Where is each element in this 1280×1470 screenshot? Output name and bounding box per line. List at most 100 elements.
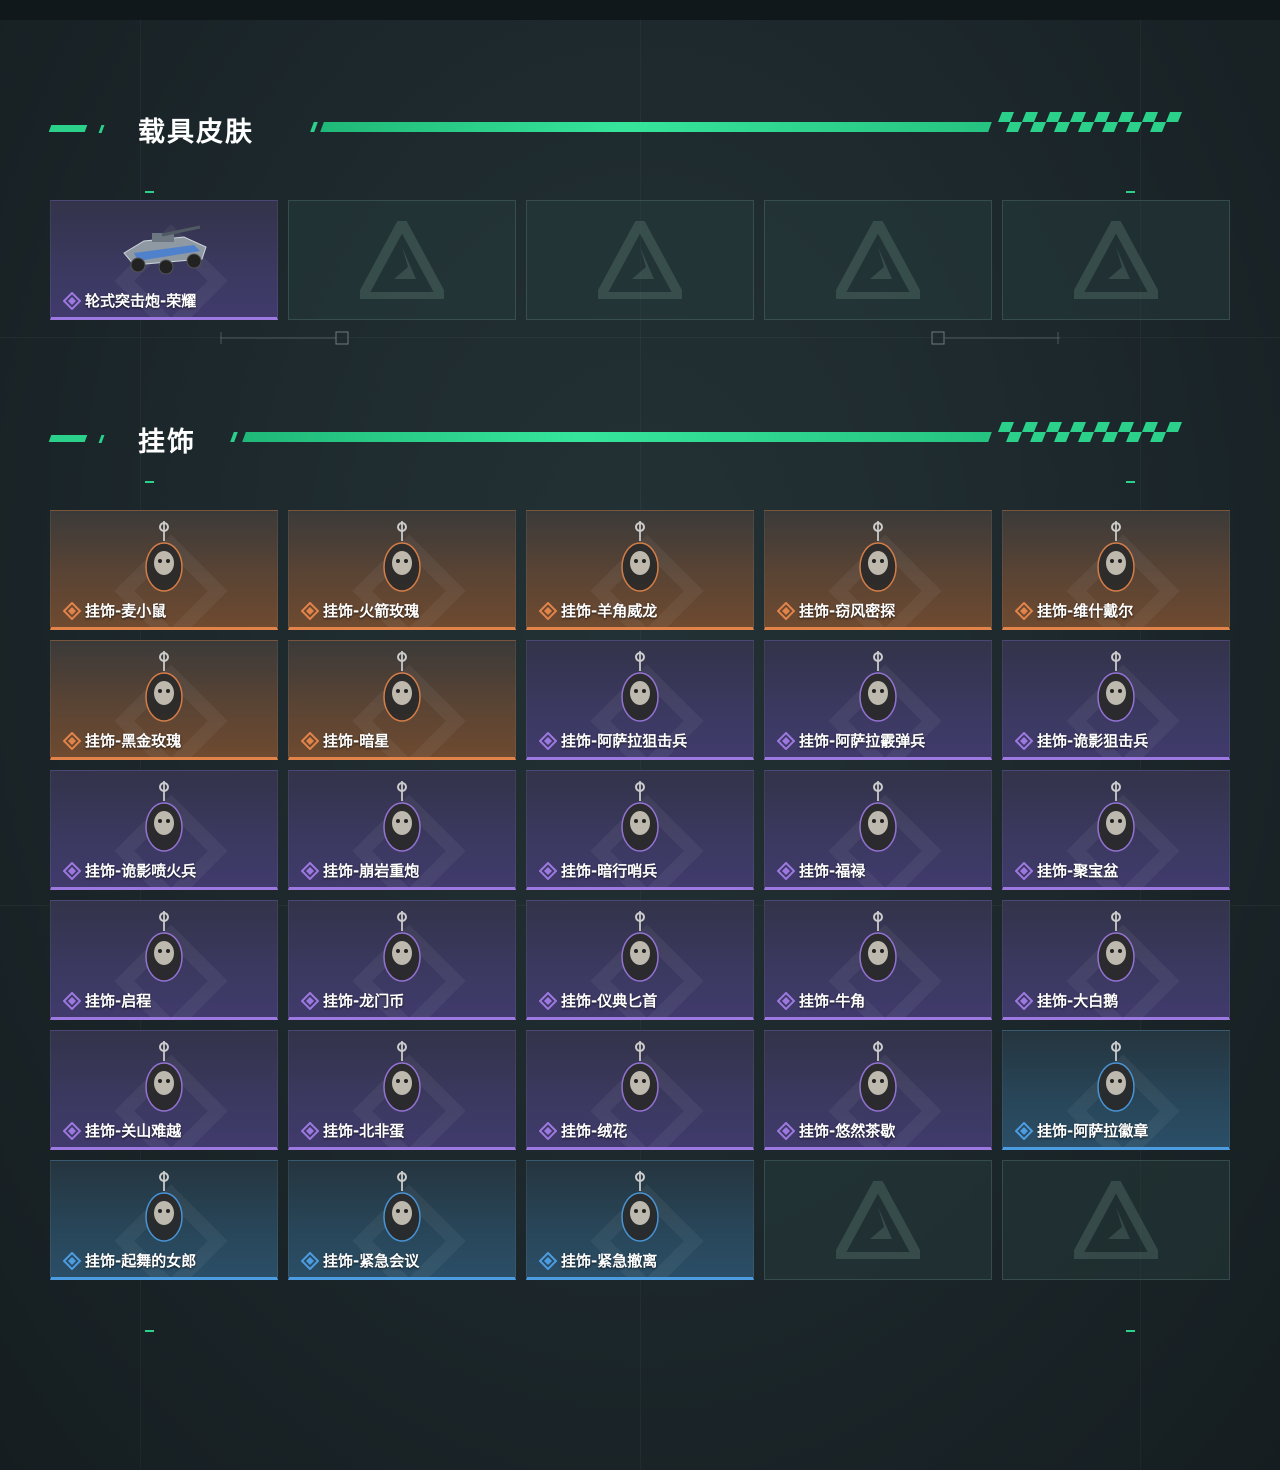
rarity-diamond-icon — [539, 991, 557, 1010]
header-accent — [230, 432, 238, 442]
item-card[interactable]: 挂饰-福禄 — [764, 770, 992, 890]
item-name: 挂饰-诡影喷火兵 — [85, 862, 197, 880]
item-label: 挂饰-北非蛋 — [301, 1120, 404, 1141]
header-accent — [98, 125, 105, 133]
rarity-diamond-icon — [63, 991, 81, 1010]
shotgunner-charm-icon — [838, 649, 918, 733]
rarity-diamond-icon — [539, 1251, 557, 1270]
item-card[interactable]: 挂饰-牛角 — [764, 900, 992, 1020]
corner-tick — [1126, 1330, 1135, 1332]
top-bar — [0, 0, 1280, 20]
item-card[interactable]: 挂饰-阿萨拉狙击兵 — [526, 640, 754, 760]
item-label: 挂饰-阿萨拉霰弹兵 — [777, 730, 925, 751]
item-card[interactable]: 挂饰-阿萨拉霰弹兵 — [764, 640, 992, 760]
item-card[interactable]: 挂饰-维什戴尔 — [1002, 510, 1230, 630]
corner-tick — [1126, 481, 1135, 483]
empty-slot — [764, 200, 992, 320]
empty-slot — [764, 1160, 992, 1280]
empty-slot — [526, 200, 754, 320]
item-card[interactable]: 挂饰-阿萨拉徽章 — [1002, 1030, 1230, 1150]
item-card[interactable]: 挂饰-关山难越 — [50, 1030, 278, 1150]
item-card[interactable]: 挂饰-暗行哨兵 — [526, 770, 754, 890]
item-name: 挂饰-绒花 — [561, 1122, 628, 1140]
checker-pattern-icon — [998, 112, 1182, 132]
item-name: 挂饰-羊角威龙 — [561, 602, 658, 620]
item-name: 挂饰-北非蛋 — [323, 1122, 405, 1140]
header-accent — [98, 435, 105, 443]
placeholder-logo-icon — [598, 221, 682, 299]
empty-slot — [1002, 200, 1230, 320]
evacuation-charm-icon — [600, 1169, 680, 1253]
item-name: 挂饰-大白鹅 — [1037, 992, 1119, 1010]
rarity-diamond-icon — [1015, 731, 1033, 750]
section-title: 载具皮肤 — [138, 117, 254, 148]
item-label: 挂饰-福禄 — [777, 860, 865, 881]
gourd-charm-icon — [838, 779, 918, 863]
sentry-charm-icon — [600, 779, 680, 863]
item-card[interactable]: 挂饰-火箭玫瑰 — [288, 510, 516, 630]
item-card[interactable]: 挂饰-北非蛋 — [288, 1030, 516, 1150]
shakshuka-charm-icon — [362, 1039, 442, 1123]
item-card[interactable]: 挂饰-窃风密探 — [764, 510, 992, 630]
item-card[interactable]: 挂饰-紧急撤离 — [526, 1160, 754, 1280]
goose-charm-icon — [1076, 909, 1156, 993]
item-card[interactable]: 挂饰-麦小鼠 — [50, 510, 278, 630]
item-name: 挂饰-悠然茶歇 — [799, 1122, 896, 1140]
item-label: 挂饰-阿萨拉徽章 — [1015, 1120, 1148, 1141]
empty-slot — [1002, 1160, 1230, 1280]
item-card[interactable]: 挂饰-绒花 — [526, 1030, 754, 1150]
rarity-diamond-icon — [301, 861, 319, 880]
item-card[interactable]: 挂饰-龙门币 — [288, 900, 516, 1020]
flamethrower-charm-icon — [124, 779, 204, 863]
section-header-vehicle: 载具皮肤 — [48, 112, 1230, 148]
item-card[interactable]: 轮式突击炮-荣耀 — [50, 200, 278, 320]
placeholder-logo-icon — [836, 221, 920, 299]
corner-tick — [145, 481, 154, 483]
badge-charm-icon — [1076, 1039, 1156, 1123]
item-card[interactable]: 挂饰-紧急会议 — [288, 1160, 516, 1280]
item-name: 挂饰-仪典匕首 — [561, 992, 658, 1010]
item-card[interactable]: 挂饰-大白鹅 — [1002, 900, 1230, 1020]
dark-star-charm-icon — [362, 649, 442, 733]
item-card[interactable]: 挂饰-仪典匕首 — [526, 900, 754, 1020]
header-accent — [48, 125, 88, 132]
vehicle-grid: 轮式突击炮-荣耀 — [50, 200, 1230, 320]
item-label: 挂饰-维什戴尔 — [1015, 600, 1133, 621]
item-label: 挂饰-紧急撤离 — [539, 1250, 657, 1271]
item-card[interactable]: 挂饰-起舞的女郎 — [50, 1160, 278, 1280]
item-card[interactable]: 挂饰-诡影狙击兵 — [1002, 640, 1230, 760]
item-name: 挂饰-福禄 — [799, 862, 866, 880]
item-card[interactable]: 挂饰-黑金玫瑰 — [50, 640, 278, 760]
item-name: 挂饰-崩岩重炮 — [323, 862, 420, 880]
item-card[interactable]: 挂饰-悠然茶歇 — [764, 1030, 992, 1150]
item-name: 挂饰-火箭玫瑰 — [323, 602, 420, 620]
item-label: 挂饰-悠然茶歇 — [777, 1120, 895, 1141]
item-label: 挂饰-紧急会议 — [301, 1250, 419, 1271]
item-card[interactable]: 挂饰-聚宝盆 — [1002, 770, 1230, 890]
item-card[interactable]: 挂饰-羊角威龙 — [526, 510, 754, 630]
item-card[interactable]: 挂饰-崩岩重炮 — [288, 770, 516, 890]
rarity-diamond-icon — [539, 731, 557, 750]
placeholder-logo-icon — [1074, 1181, 1158, 1259]
rarity-diamond-icon — [301, 731, 319, 750]
item-label: 挂饰-绒花 — [539, 1120, 627, 1141]
card-charm-icon — [1076, 519, 1156, 603]
armored-vehicle-icon — [114, 219, 214, 279]
corner-tick — [145, 191, 154, 193]
rarity-diamond-icon — [301, 1121, 319, 1140]
medallion-charm-icon — [124, 909, 204, 993]
rarity-diamond-icon — [63, 861, 81, 880]
rarity-diamond-icon — [777, 861, 795, 880]
dagger-charm-icon — [600, 909, 680, 993]
item-label: 挂饰-聚宝盆 — [1015, 860, 1118, 881]
item-card[interactable]: 挂饰-暗星 — [288, 640, 516, 760]
item-name: 挂饰-聚宝盆 — [1037, 862, 1119, 880]
item-label: 挂饰-诡影喷火兵 — [63, 860, 196, 881]
item-card[interactable]: 挂饰-诡影喷火兵 — [50, 770, 278, 890]
rarity-diamond-icon — [63, 1251, 81, 1270]
item-name: 挂饰-紧急撤离 — [561, 1252, 658, 1270]
item-label: 挂饰-麦小鼠 — [63, 600, 166, 621]
item-card[interactable]: 挂饰-启程 — [50, 900, 278, 1020]
rarity-diamond-icon — [63, 1121, 81, 1140]
shadow-sniper-charm-icon — [1076, 649, 1156, 733]
